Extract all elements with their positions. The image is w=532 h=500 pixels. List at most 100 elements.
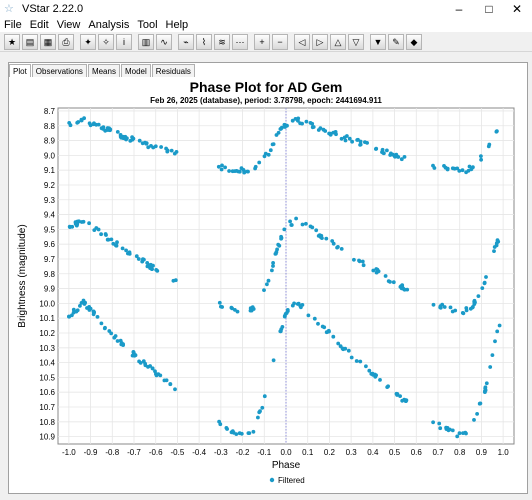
data-point bbox=[68, 225, 72, 230]
phase-plot-button[interactable]: ∿ bbox=[156, 33, 172, 50]
data-point bbox=[155, 269, 160, 273]
x-tick-label: 0.1 bbox=[302, 448, 314, 457]
data-point bbox=[445, 167, 450, 172]
data-point bbox=[250, 305, 255, 310]
pan-down-button[interactable]: ▽ bbox=[348, 33, 364, 50]
data-point bbox=[318, 126, 323, 130]
data-point bbox=[399, 157, 404, 162]
raw-plot-button[interactable]: ▥ bbox=[138, 33, 154, 50]
menu-analysis[interactable]: Analysis bbox=[84, 18, 133, 32]
data-point bbox=[354, 359, 359, 363]
data-point bbox=[460, 168, 465, 173]
period-search-button[interactable]: ⌁ bbox=[178, 33, 194, 50]
data-point bbox=[159, 145, 164, 149]
menu-edit[interactable]: Edit bbox=[26, 18, 53, 32]
open-file-button[interactable]: ▤ bbox=[22, 33, 38, 50]
new-star-button[interactable]: ★ bbox=[4, 33, 20, 50]
minimize-button[interactable]: – bbox=[444, 0, 474, 18]
data-point bbox=[239, 166, 244, 171]
tab-observations[interactable]: Observations bbox=[31, 64, 87, 77]
data-point bbox=[71, 307, 76, 312]
y-tick-label: 10.0 bbox=[39, 299, 55, 308]
data-point bbox=[218, 422, 223, 427]
data-point bbox=[271, 358, 276, 363]
data-point bbox=[388, 280, 392, 284]
pan-left-button[interactable]: ◁ bbox=[294, 33, 310, 50]
data-point bbox=[438, 426, 443, 431]
menu-tool[interactable]: Tool bbox=[133, 18, 161, 32]
phase-plot-icon: ∿ bbox=[160, 36, 168, 47]
aavso-star-button[interactable]: ✦ bbox=[80, 33, 96, 50]
data-point bbox=[324, 236, 329, 241]
data-point bbox=[165, 148, 170, 153]
tab-means[interactable]: Means bbox=[87, 64, 120, 77]
pan-right-button[interactable]: ▷ bbox=[312, 33, 328, 50]
zoom-out-button[interactable]: − bbox=[272, 33, 288, 50]
tab-model[interactable]: Model bbox=[120, 64, 151, 77]
data-point bbox=[335, 245, 339, 250]
x-tick-label: 0.6 bbox=[411, 448, 423, 457]
data-point bbox=[476, 294, 481, 298]
data-point bbox=[230, 306, 235, 311]
data-point bbox=[328, 132, 333, 137]
tab-plot[interactable]: Plot bbox=[9, 64, 31, 77]
x-tick-label: -0.5 bbox=[171, 448, 185, 457]
data-point bbox=[437, 421, 442, 426]
data-point bbox=[308, 121, 313, 125]
pan-right-icon: ▷ bbox=[316, 36, 324, 47]
plugin-button[interactable]: ◆ bbox=[406, 33, 422, 50]
close-button[interactable]: ✕ bbox=[502, 0, 532, 18]
data-point bbox=[235, 309, 240, 314]
data-point bbox=[108, 127, 113, 132]
data-point bbox=[249, 308, 254, 313]
maximize-button[interactable]: □ bbox=[474, 0, 504, 18]
data-point bbox=[349, 355, 354, 360]
data-point bbox=[141, 257, 145, 262]
chart-title: Phase Plot for AD Gem bbox=[190, 79, 343, 95]
data-point bbox=[312, 316, 317, 321]
data-point bbox=[112, 335, 117, 340]
print-button[interactable]: ⎙ bbox=[58, 33, 74, 50]
data-point bbox=[282, 314, 287, 319]
data-point bbox=[339, 247, 344, 251]
phase-plot-chart[interactable]: Phase Plot for AD Gem Feb 26, 2025 (data… bbox=[10, 78, 522, 490]
data-point bbox=[299, 305, 303, 310]
data-point bbox=[91, 309, 96, 314]
y-axis-label: Brightness (magnitude) bbox=[17, 224, 28, 327]
data-point bbox=[168, 382, 173, 386]
data-point bbox=[118, 338, 123, 343]
data-point bbox=[121, 342, 125, 346]
fit-button[interactable]: ⌇ bbox=[196, 33, 212, 50]
star-search-button[interactable]: ✧ bbox=[98, 33, 114, 50]
data-point bbox=[374, 146, 379, 151]
menu-view[interactable]: View bbox=[53, 18, 85, 32]
data-point bbox=[310, 125, 315, 130]
menu-help[interactable]: Help bbox=[162, 18, 193, 32]
x-tick-label: -0.3 bbox=[214, 448, 228, 457]
save-button[interactable]: ▦ bbox=[40, 33, 56, 50]
data-point bbox=[278, 329, 283, 334]
data-point bbox=[320, 324, 325, 329]
data-point bbox=[262, 154, 267, 159]
residuals-button[interactable]: ⋯ bbox=[232, 33, 248, 50]
x-tick-label: -0.4 bbox=[192, 448, 206, 457]
obs-details-button[interactable]: ✎ bbox=[388, 33, 404, 50]
data-point bbox=[251, 429, 256, 434]
filter-icon: ▼ bbox=[373, 36, 383, 47]
filter-button[interactable]: ▼ bbox=[370, 33, 386, 50]
model-button[interactable]: ≋ bbox=[214, 33, 230, 50]
data-point bbox=[452, 166, 457, 171]
tab-residuals[interactable]: Residuals bbox=[151, 64, 195, 77]
data-point bbox=[327, 329, 331, 334]
data-point bbox=[479, 157, 483, 162]
save-icon: ▦ bbox=[43, 36, 53, 47]
pan-up-button[interactable]: △ bbox=[330, 33, 346, 50]
data-point bbox=[146, 145, 151, 150]
y-tick-label: 8.9 bbox=[44, 137, 56, 146]
data-point bbox=[99, 232, 103, 237]
y-tick-label: 9.1 bbox=[44, 166, 56, 175]
zoom-in-button[interactable]: + bbox=[254, 33, 270, 50]
info-button[interactable]: i bbox=[116, 33, 132, 50]
menu-file[interactable]: File bbox=[0, 18, 26, 32]
data-point bbox=[483, 385, 488, 390]
